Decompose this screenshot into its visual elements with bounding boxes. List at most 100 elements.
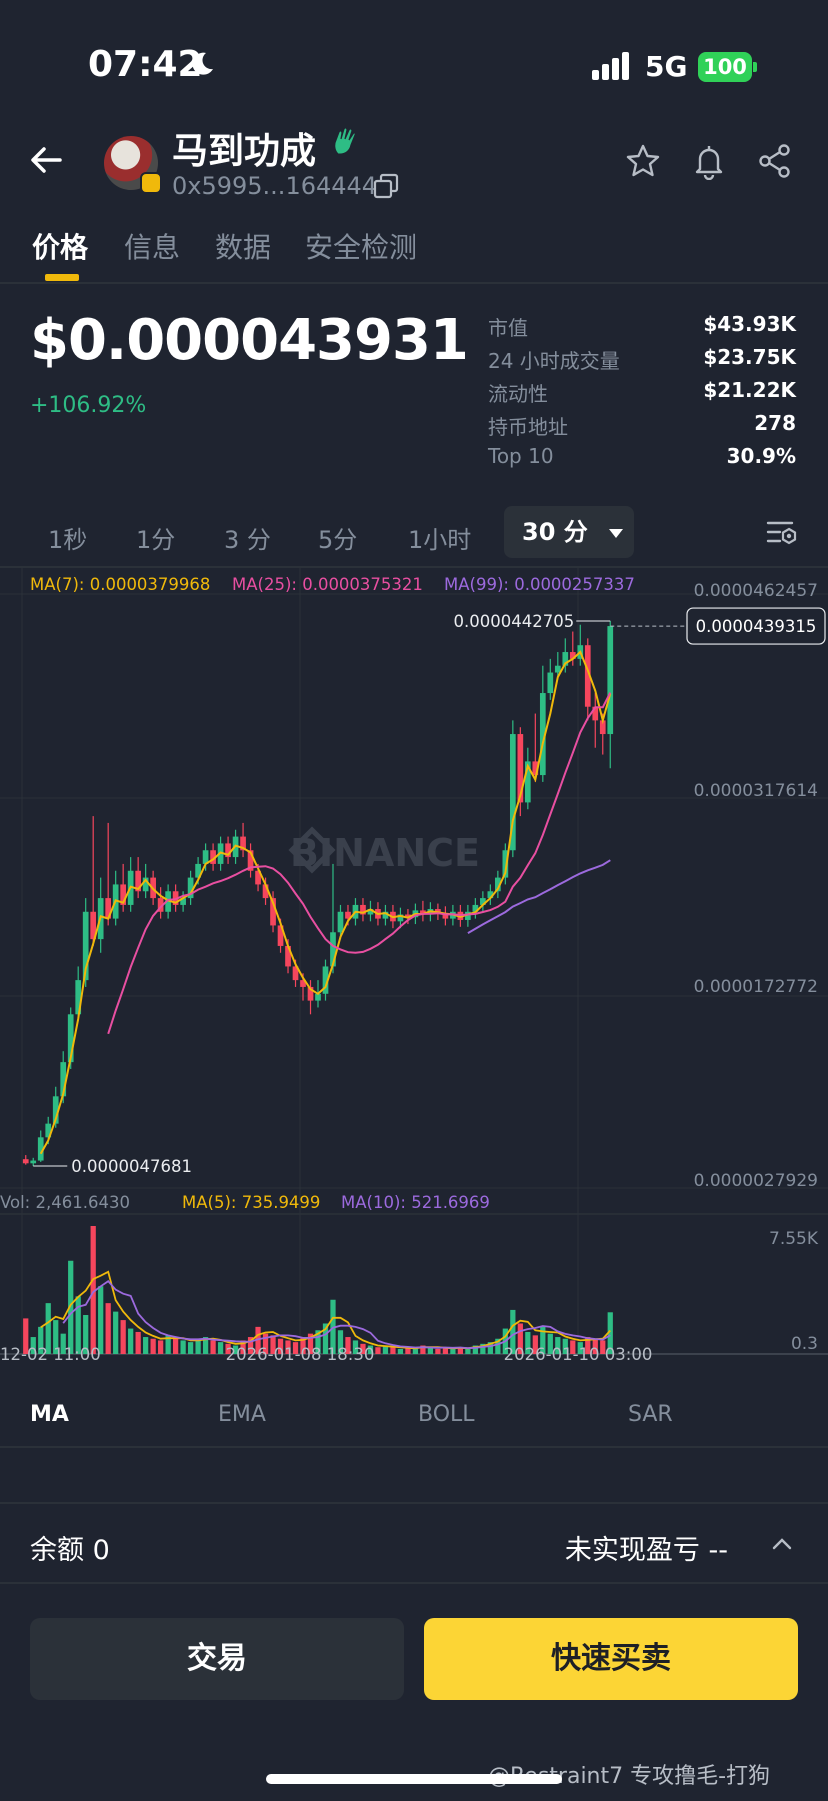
volume-bar [180,1340,186,1354]
stat-value-holders: 278 [754,411,796,435]
volume-bar [187,1342,194,1354]
candle-body [30,1160,37,1164]
home-indicator[interactable] [266,1774,562,1784]
price-chart[interactable]: BINANCEMA(7): 0.0000379968 MA(25): 0.0000… [0,566,828,1366]
interval-30m-dropdown[interactable]: 30 分 [504,506,634,558]
stat-value-market-cap: $43.93K [703,312,796,336]
token-name: 马到功成 [172,131,317,172]
ma-legend-2: MA(99): 0.0000257337 [444,575,635,594]
volume-legend-2: MA(10): 521.6969 [341,1193,490,1212]
share-icon[interactable] [756,142,794,180]
volume-bar [120,1320,126,1354]
candle-body [337,911,344,933]
interval-1m[interactable]: 1分 [136,520,175,555]
volume-bar [390,1347,396,1354]
stat-value-volume: $23.75K [703,345,796,369]
hand-emoji-icon [334,127,356,155]
tab-security[interactable]: 安全检测 [305,226,417,266]
volume-bar [172,1338,179,1354]
volume-legend-0: Vol: 2,461.6430 [0,1193,130,1212]
battery-icon: 100 [698,52,752,82]
interval-5m[interactable]: 5分 [318,520,357,555]
stat-label-holders: 持币地址 [488,415,568,439]
moon-icon [192,52,213,75]
volume-bar [135,1331,141,1354]
candle-body [607,626,614,735]
bell-icon[interactable] [690,142,728,180]
chart-settings-icon[interactable] [766,518,798,548]
volume-tick-max: 7.55K [769,1229,819,1249]
volume-bar [158,1340,164,1354]
divider [0,1502,828,1504]
interval-1h[interactable]: 1小时 [408,520,471,555]
volume-bar [128,1328,134,1354]
candle-body [547,672,554,694]
trade-button[interactable]: 交易 [30,1618,404,1700]
page-tabs: 价格 信息 数据 安全检测 [0,222,828,284]
volume-bar [98,1286,104,1354]
stat-value-top10: 30.9% [726,444,796,468]
status-time: 07:42 [88,44,203,85]
x-tick-label: 12-02 11:00 [0,1345,101,1364]
battery-cap [753,62,757,72]
y-tick-label: 0.0000462457 [694,581,818,601]
current-price-label: 0.0000439315 [696,617,817,636]
chevron-up-icon[interactable] [770,1532,794,1556]
indicator-tab-ema[interactable]: EMA [218,1402,266,1427]
x-tick-label: 2026-01-10 03:00 [504,1345,653,1364]
volume-bar [412,1348,419,1354]
volume-bar [465,1348,471,1354]
volume-bar [210,1340,216,1354]
volume-bar [217,1342,224,1354]
x-tick-label: 2026-01-08 18:30 [226,1345,375,1364]
volume-bar [375,1347,381,1354]
token-address[interactable]: 0x5995...164444 [172,172,377,200]
stat-label-volume: 24 小时成交量 [488,349,620,373]
volume-bar [143,1337,149,1354]
tab-indicator [45,274,79,281]
volume-bar [150,1338,156,1354]
volume-bar [450,1348,456,1354]
tab-price[interactable]: 价格 [32,226,88,266]
low-price-label: 0.0000047681 [71,1157,192,1176]
y-tick-label: 0.0000172772 [694,977,818,997]
star-icon[interactable] [624,142,662,180]
indicator-tab-ma[interactable]: MA [30,1402,69,1427]
divider [0,1446,828,1448]
divider [0,1582,828,1584]
tab-data[interactable]: 数据 [215,226,271,266]
current-price: $0.000043931 [30,308,469,373]
ma-legend-1: MA(25): 0.0000375321 [232,575,423,594]
caret-down-icon [609,529,624,538]
stat-label-liquidity: 流动性 [488,382,548,406]
high-price-label: 0.0000442705 [454,612,575,631]
network-type: 5G [645,50,688,83]
balance-label: 余额 0 [30,1535,110,1566]
copy-icon[interactable] [372,172,400,200]
signal-icon [592,52,636,80]
interval-active-label: 30 分 [522,518,588,546]
indicator-tab-boll[interactable]: BOLL [418,1402,475,1427]
y-tick-label: 0.0000027929 [694,1171,818,1191]
stat-label-top10: Top 10 [488,444,554,468]
volume-bar [105,1303,111,1354]
candle-body [22,1159,29,1164]
ma-legend-0: MA(7): 0.0000379968 [30,575,210,594]
chain-badge-icon [140,172,162,194]
stat-value-liquidity: $21.22K [703,378,796,402]
ma7-line [39,650,612,1155]
volume-bar [113,1311,119,1354]
interval-3m[interactable]: 3 分 [224,520,271,555]
y-tick-label: 0.0000317614 [694,781,818,801]
tab-info[interactable]: 信息 [124,226,180,266]
volume-bar [435,1348,441,1354]
interval-1s[interactable]: 1秒 [48,520,87,555]
volume-tick-min: 0.3 [791,1334,818,1354]
quick-buy-sell-button[interactable]: 快速买卖 [424,1618,798,1700]
unrealized-pnl[interactable]: 未实现盈亏 -- [565,1528,728,1567]
stat-label-market-cap: 市值 [488,316,528,340]
back-arrow-icon[interactable] [26,140,66,180]
volume-bar [397,1348,404,1354]
price-change: +106.92% [30,393,147,418]
indicator-tab-sar[interactable]: SAR [628,1402,673,1427]
